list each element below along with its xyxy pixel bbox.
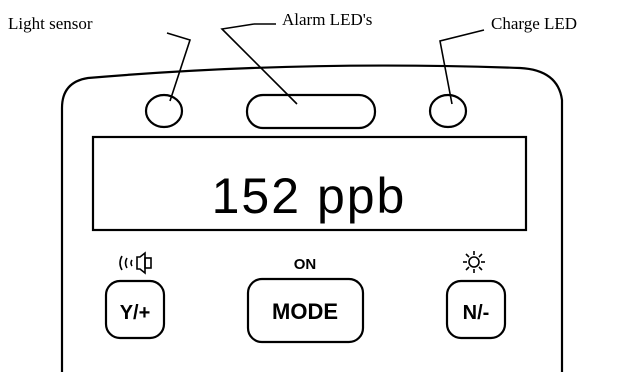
speaker-sound-icon — [119, 251, 152, 275]
yes-plus-label: Y/+ — [120, 302, 151, 324]
alarm-led-window — [245, 93, 377, 130]
mode-label: MODE — [272, 299, 338, 324]
no-minus-label: N/- — [463, 302, 490, 324]
sun-icon — [463, 251, 485, 273]
light-sensor-window — [144, 93, 184, 129]
display-reading: 152 ppb — [212, 168, 407, 224]
mode-caption: ON — [294, 256, 317, 273]
light-sensor-leader — [166, 32, 192, 102]
alarm-leds-label: Alarm LED's — [282, 10, 372, 29]
mode-button[interactable]: MODE — [246, 277, 365, 344]
device-panel-diagram: Light sensor Alarm LED's Charge LED 152 … — [8, 10, 577, 372]
charge-led-window — [428, 93, 468, 129]
no-minus-button[interactable]: N/- — [445, 279, 507, 340]
light-sensor-label: Light sensor — [8, 14, 93, 33]
yes-plus-button[interactable]: Y/+ — [104, 279, 166, 340]
alarm-leds-leader-left — [220, 23, 298, 105]
charge-led-label: Charge LED — [491, 14, 577, 33]
